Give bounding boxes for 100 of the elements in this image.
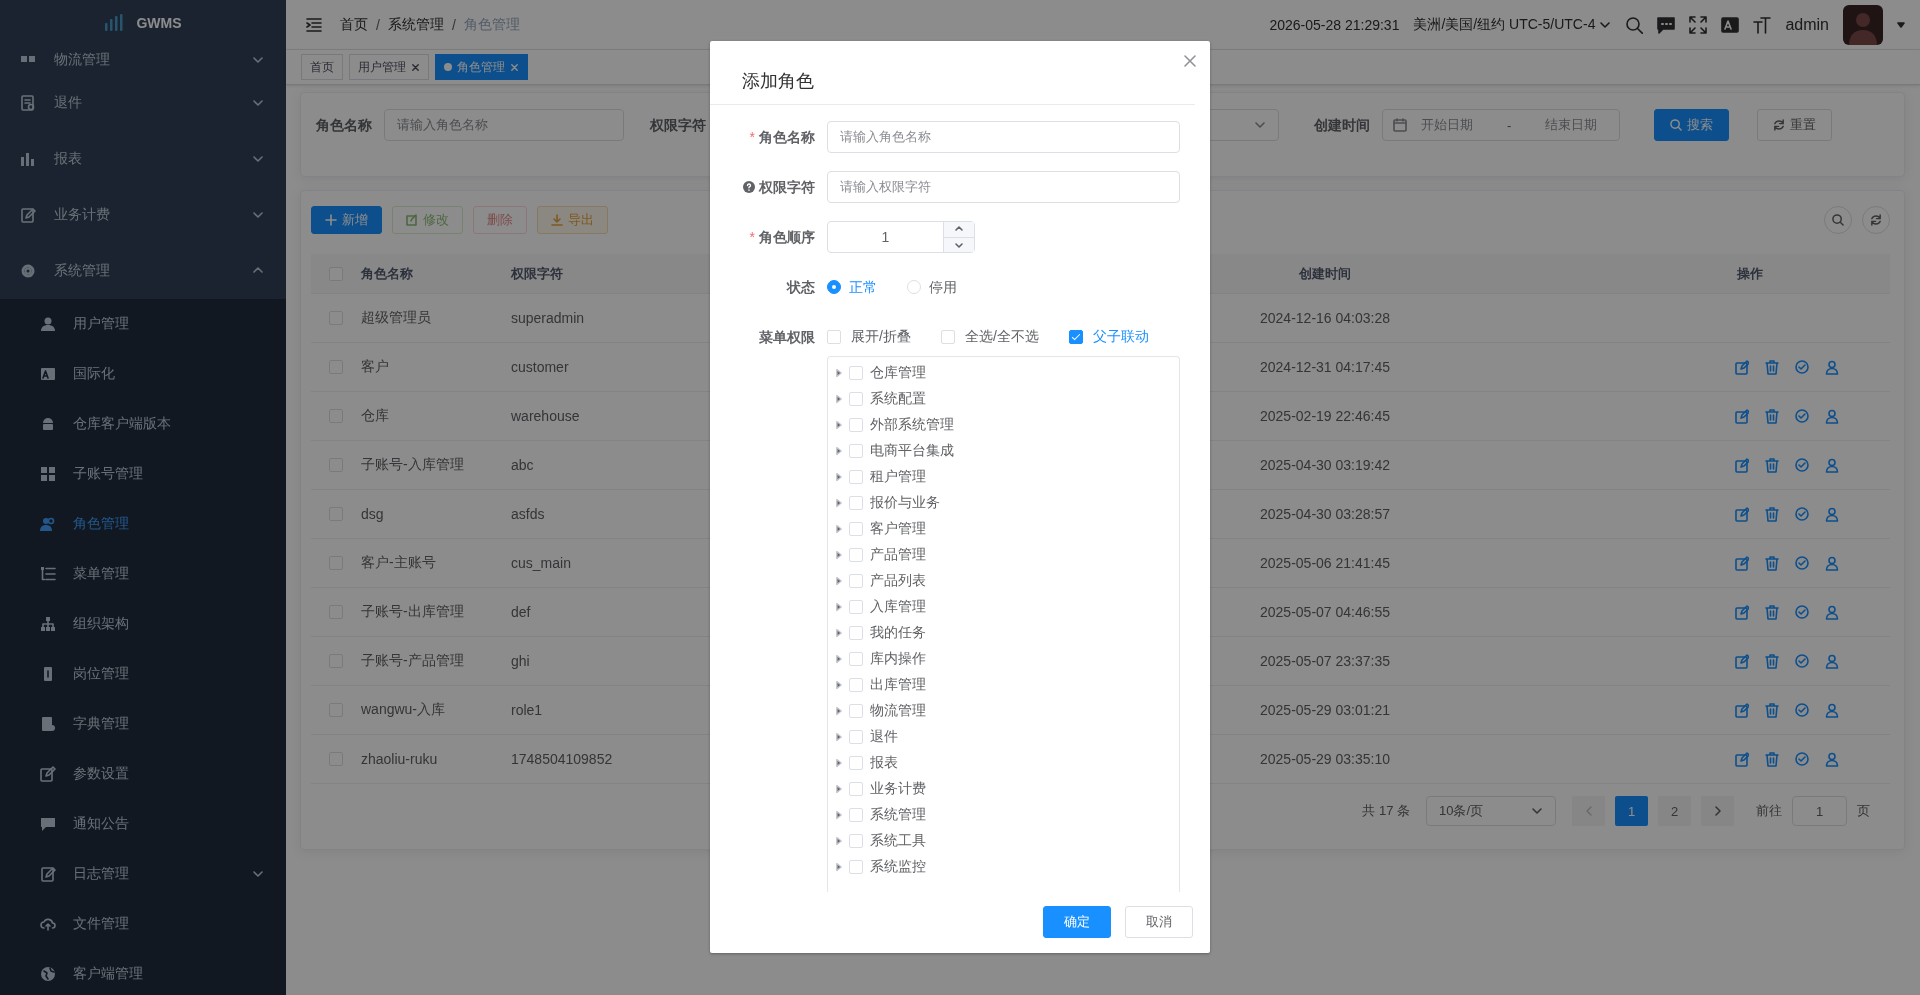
menu-item[interactable]: 系统管理 — [0, 243, 286, 299]
menu-item[interactable]: 仓库客户端版本 — [0, 399, 286, 449]
check-circle-icon[interactable] — [1795, 408, 1809, 424]
tree-node-label[interactable]: 物流管理 — [870, 702, 926, 720]
edit-icon[interactable] — [1735, 555, 1749, 571]
search-toggle-button[interactable] — [1824, 205, 1852, 234]
menu-item[interactable]: 参数设置 — [0, 749, 286, 799]
tree-node-label[interactable]: 仓库管理 — [870, 364, 926, 382]
radio-label[interactable]: 正常 — [849, 271, 877, 303]
tree-node-label[interactable]: 产品管理 — [870, 546, 926, 564]
tree-node-label[interactable]: 外部系统管理 — [870, 416, 954, 434]
menu-item[interactable]: 菜单管理 — [0, 549, 286, 599]
tree-node-label[interactable]: 系统配置 — [870, 390, 926, 408]
menu-item[interactable]: 用户管理 — [0, 299, 286, 349]
menu-item[interactable]: 客户端管理 — [0, 949, 286, 995]
check-circle-icon[interactable] — [1795, 604, 1809, 620]
page-size-select[interactable]: 10条/页 — [1426, 796, 1556, 826]
menu-item[interactable]: 字典管理 — [0, 699, 286, 749]
menu-icon[interactable] — [306, 16, 322, 33]
tree-node-label[interactable]: 系统工具 — [870, 832, 926, 850]
check-circle-icon[interactable] — [1795, 702, 1809, 718]
user-name[interactable]: admin — [1785, 15, 1829, 34]
close-icon[interactable] — [1184, 55, 1196, 67]
page-jump-field[interactable]: 1 — [1792, 796, 1847, 826]
chat-icon[interactable] — [1657, 15, 1676, 34]
check-circle-icon[interactable] — [1795, 555, 1809, 571]
cancel-button[interactable]: 取消 — [1125, 906, 1193, 938]
tree-node-label[interactable]: 退件 — [870, 728, 898, 746]
number-field[interactable]: 1 — [827, 221, 975, 253]
user-icon[interactable] — [1825, 604, 1839, 620]
reset-button[interactable]: 重置 — [1757, 109, 1832, 141]
check-circle-icon[interactable] — [1795, 359, 1809, 375]
check-circle-icon[interactable] — [1795, 457, 1809, 473]
checkbox-label[interactable]: 父子联动 — [1092, 328, 1149, 346]
checkbox-label[interactable]: 展开/折叠 — [851, 328, 911, 346]
trash-icon[interactable] — [1765, 457, 1779, 473]
menu-item[interactable]: 通知公告 — [0, 799, 286, 849]
tree-node-label[interactable]: 报价与业务 — [870, 494, 940, 512]
trash-icon[interactable] — [1765, 653, 1779, 669]
edit-icon[interactable] — [1735, 653, 1749, 669]
edit-icon[interactable] — [1735, 702, 1749, 718]
menu-item[interactable]: 国际化 — [0, 349, 286, 399]
fullscreen-icon[interactable] — [1689, 15, 1708, 34]
edit-icon[interactable] — [1735, 604, 1749, 620]
page-button[interactable]: 1 — [1615, 796, 1648, 826]
trash-icon[interactable] — [1765, 408, 1779, 424]
checkbox-label[interactable]: 全选/全不选 — [964, 328, 1039, 346]
tree-node-label[interactable]: 电商平台集成 — [870, 442, 954, 460]
user-icon[interactable] — [1825, 653, 1839, 669]
check-circle-icon[interactable] — [1795, 751, 1809, 767]
trash-icon[interactable] — [1765, 359, 1779, 375]
trash-icon[interactable] — [1765, 555, 1779, 571]
tree-node-label[interactable]: 产品列表 — [870, 572, 926, 590]
tree-node-label[interactable]: 客户管理 — [870, 520, 926, 538]
role-name-field[interactable]: 请输入角色名称 — [384, 109, 624, 141]
tree-node-label[interactable]: 我的任务 — [870, 624, 926, 642]
menu-item[interactable]: 物流管理 — [0, 45, 286, 75]
tree-node-label[interactable]: 租户管理 — [870, 468, 926, 486]
date-range-field[interactable]: 开始日期 - 结束日期 — [1382, 109, 1620, 141]
user-icon[interactable] — [1825, 359, 1839, 375]
menu-item[interactable]: 文件管理 — [0, 899, 286, 949]
menu-item[interactable]: 退件 — [0, 75, 286, 131]
trash-icon[interactable] — [1765, 604, 1779, 620]
menu-item[interactable]: 日志管理 — [0, 849, 286, 899]
menu-item[interactable]: 岗位管理 — [0, 649, 286, 699]
edit-icon[interactable] — [1735, 751, 1749, 767]
tree-node-label[interactable]: 系统管理 — [870, 806, 926, 824]
edit-icon[interactable] — [1735, 359, 1749, 375]
text-field[interactable]: 请输入权限字符 — [827, 171, 1180, 203]
user-icon[interactable] — [1825, 702, 1839, 718]
tree-node-label[interactable]: 业务计费 — [870, 780, 926, 798]
breadcrumb-link[interactable]: 系统管理 — [387, 15, 444, 34]
menu-item[interactable]: 业务计费 — [0, 187, 286, 243]
search-button[interactable]: 搜索 — [1654, 109, 1729, 141]
search-icon[interactable] — [1625, 15, 1644, 34]
timezone-select[interactable]: 美洲/美国/纽约 UTC-5/UTC-4 — [1413, 15, 1612, 34]
checkbox[interactable] — [1068, 330, 1083, 344]
check-circle-icon[interactable] — [1795, 653, 1809, 669]
edit-icon[interactable] — [1735, 457, 1749, 473]
confirm-button[interactable]: 确定 — [1043, 906, 1111, 938]
menu-item[interactable]: 子账号管理 — [0, 449, 286, 499]
menu-item[interactable]: 报表 — [0, 131, 286, 187]
edit-icon[interactable] — [1735, 408, 1749, 424]
next-page-button[interactable] — [1701, 796, 1734, 826]
toolbar-button[interactable]: 新增 — [311, 205, 382, 234]
menu-item[interactable]: 组织架构 — [0, 599, 286, 649]
page-button[interactable]: 2 — [1658, 796, 1691, 826]
breadcrumb-link[interactable]: 首页 — [340, 15, 368, 34]
edit-icon[interactable] — [1735, 506, 1749, 522]
trash-icon[interactable] — [1765, 506, 1779, 522]
tree-node-label[interactable]: 系统监控 — [870, 858, 926, 876]
tree-node-label[interactable]: 出库管理 — [870, 676, 926, 694]
translate-icon[interactable] — [1721, 15, 1740, 34]
tree-node-label[interactable]: 报表 — [870, 754, 898, 772]
caret-icon[interactable] — [1897, 20, 1905, 29]
trash-icon[interactable] — [1765, 751, 1779, 767]
radio-label[interactable]: 停用 — [929, 271, 957, 303]
user-icon[interactable] — [1825, 408, 1839, 424]
user-icon[interactable] — [1825, 555, 1839, 571]
tree-node-label[interactable]: 库内操作 — [870, 650, 926, 668]
